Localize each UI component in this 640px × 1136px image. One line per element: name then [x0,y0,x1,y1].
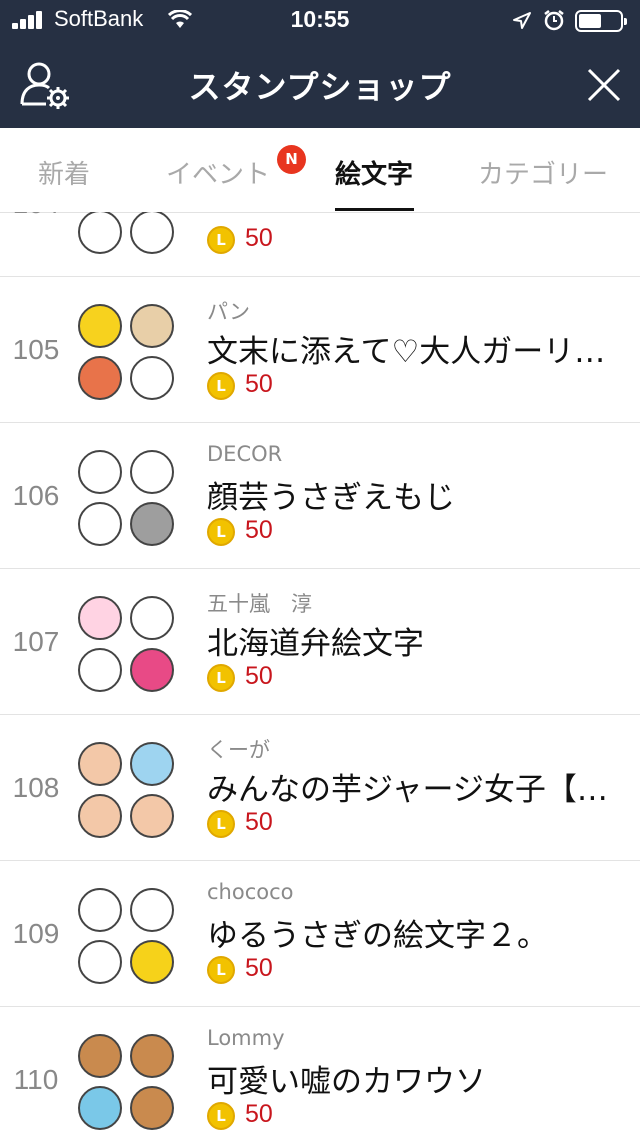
emoji-sample-icon [78,1034,122,1078]
emoji-sample-icon [130,1086,174,1130]
emoji-thumbnail [78,450,174,546]
list-item[interactable]: 105 パン文末に添えて♡大人ガーリ… L 50 [0,276,640,423]
alarm-icon [544,10,564,31]
emoji-sample-icon [130,596,174,640]
emoji-set-name: 可愛い嘘のカワウソ [207,1064,486,1100]
battery-icon [575,10,627,32]
active-tab-indicator [335,208,414,211]
list-item[interactable]: 107 五十嵐 淳北海道弁絵文字 L 50 [0,568,640,715]
author-name: DECOR [207,442,283,466]
emoji-thumbnail [78,596,174,692]
list-item[interactable]: 106 DECOR 顔芸うさぎえもじ L 50 [0,422,640,569]
line-coin-icon: L [207,810,235,838]
emoji-sample-icon [130,304,174,348]
emoji-sample-icon [78,212,122,254]
rank-number: 107 [12,626,60,657]
emoji-sample-icon [130,888,174,932]
emoji-sample-icon [78,356,122,400]
emoji-sample-icon [78,502,122,546]
line-coin-icon: L [207,956,235,984]
emoji-sample-icon [130,1034,174,1078]
page-title: スタンプショップ [188,68,452,106]
rank-number: 104 [0,212,72,220]
emoji-sample-icon [78,888,122,932]
author-name: パン [207,300,251,324]
emoji-set-name: 文末に添えて♡大人ガーリ… [207,334,606,370]
emoji-sample-icon [78,794,122,838]
price-value: 50 [245,808,273,836]
line-coin-icon: L [207,226,235,254]
emoji-sample-icon [130,794,174,838]
emoji-set-name: ゆるうさぎの絵文字２。 [207,918,548,954]
tab-event[interactable]: イベント [166,154,270,191]
price-value: 50 [245,1100,273,1128]
author-name: Lommy [207,1026,285,1050]
author-name: くーが [207,738,270,762]
emoji-sample-icon [78,596,122,640]
list-item[interactable]: 104 L 50 [0,212,640,277]
emoji-sample-icon [130,356,174,400]
status-bar: SoftBank 10:55 [0,0,640,40]
line-coin-icon: L [207,664,235,692]
tab-new[interactable]: 新着 [38,154,90,191]
price-value: 50 [245,954,273,982]
rank-number: 106 [12,480,60,511]
line-coin-icon: L [207,518,235,546]
emoji-sample-icon [78,742,122,786]
nav-bar: スタンプショップ [0,40,640,128]
list-item[interactable]: 110 Lommy 可愛い嘘のカワウソ L 50 [0,1006,640,1136]
rank-number: 110 [13,1064,59,1095]
rank-number: 109 [12,918,60,949]
emoji-thumbnail [78,1034,174,1130]
author-name: chococo [207,880,294,904]
emoji-set-name: 北海道弁絵文字 [207,626,424,662]
emoji-sample-icon [78,940,122,984]
tab-category[interactable]: カテゴリー [478,154,608,191]
price-value: 50 [245,370,273,398]
price-value: 50 [245,224,273,252]
line-coin-icon: L [207,372,235,400]
emoji-set-name: 顔芸うさぎえもじ [207,480,455,516]
new-badge: N [277,145,306,174]
author-name: 五十嵐 淳 [207,592,312,616]
emoji-sample-icon [78,450,122,494]
emoji-sample-icon [130,212,174,254]
emoji-sample-icon [130,502,174,546]
price-value: 50 [245,662,273,690]
emoji-sample-icon [78,1086,122,1130]
emoji-sample-icon [78,304,122,348]
list-item[interactable]: 109 chococo ゆるうさぎの絵文字２。 L 50 [0,860,640,1007]
emoji-ranking-list: 104L50105パン文末に添えて♡大人ガーリ…L50106DECOR顔芸うさぎ… [0,212,640,1136]
price-value: 50 [245,516,273,544]
emoji-thumbnail [78,742,174,838]
rank-number: 105 [12,334,60,365]
emoji-set-name: みんなの芋ジャージ女子【… [207,772,608,808]
location-arrow-icon [513,12,531,29]
emoji-thumbnail [78,212,174,254]
list-item[interactable]: 108 くーがみんなの芋ジャージ女子【… L 50 [0,714,640,861]
close-icon[interactable] [586,67,622,103]
category-tabs: 新着 イベント N 絵文字 カテゴリー [0,128,640,213]
emoji-sample-icon [130,450,174,494]
emoji-sample-icon [130,742,174,786]
line-coin-icon: L [207,1102,235,1130]
emoji-sample-icon [130,940,174,984]
emoji-thumbnail [78,888,174,984]
emoji-sample-icon [130,648,174,692]
emoji-thumbnail [78,304,174,400]
rank-number: 108 [12,772,60,803]
emoji-sample-icon [78,648,122,692]
tab-emoji[interactable]: 絵文字 [335,154,413,191]
